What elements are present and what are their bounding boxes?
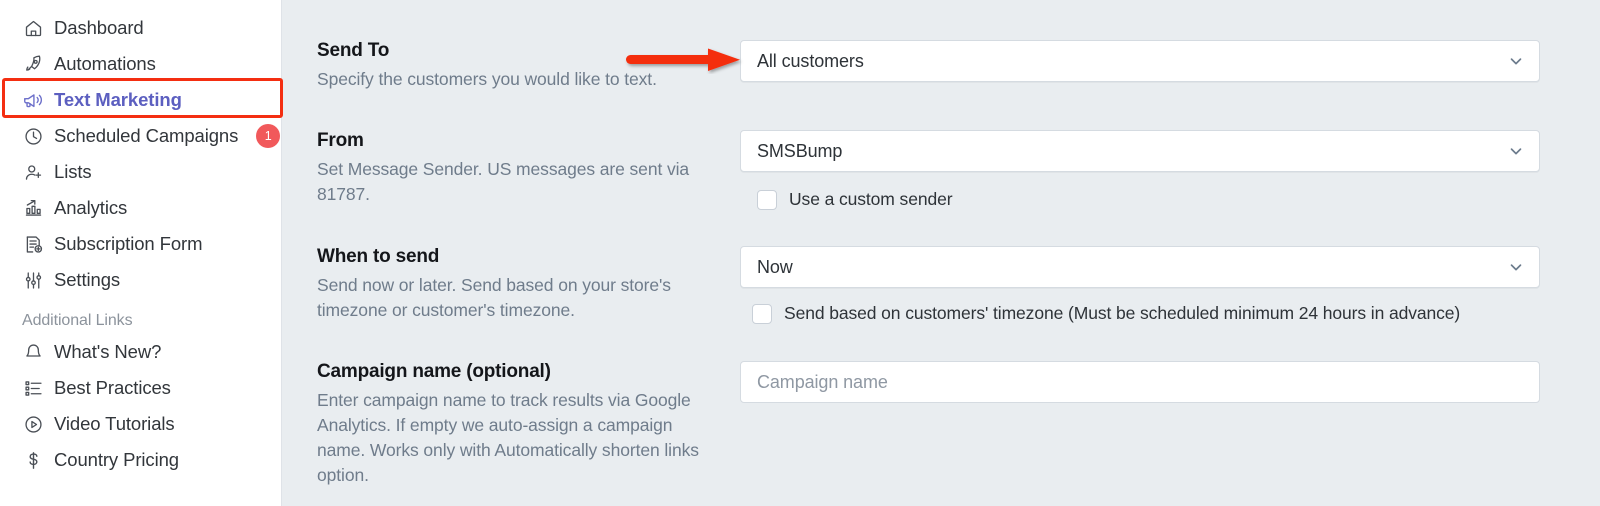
send-to-selected-value: All customers bbox=[757, 50, 864, 71]
when-to-send-selected-value: Now bbox=[757, 256, 793, 277]
sidebar-item-label: Dashboard bbox=[54, 17, 144, 38]
sidebar-item-scheduled-campaigns[interactable]: Scheduled Campaigns 1 bbox=[0, 118, 281, 154]
use-custom-sender-label: Use a custom sender bbox=[789, 189, 953, 209]
campaign-name-label-group: Campaign name (optional) Enter campaign … bbox=[317, 361, 717, 488]
sidebar-item-label: Settings bbox=[54, 269, 121, 290]
sidebar-item-analytics[interactable]: Analytics bbox=[0, 190, 281, 226]
sidebar-item-subscription-form[interactable]: Subscription Form bbox=[0, 226, 281, 262]
sidebar-item-label: Analytics bbox=[54, 197, 128, 218]
when-to-send-title: When to send bbox=[317, 246, 440, 267]
status-badge: 1 bbox=[256, 124, 281, 148]
home-icon bbox=[22, 17, 44, 39]
send-to-title: Send To bbox=[317, 40, 390, 61]
list-icon bbox=[22, 377, 44, 399]
bell-icon bbox=[22, 341, 44, 363]
rocket-icon bbox=[22, 53, 44, 75]
sidebar-item-text-marketing[interactable]: Text Marketing bbox=[0, 82, 281, 118]
sidebar-item-whats-new[interactable]: What's New? bbox=[0, 334, 281, 370]
when-to-send-help: Send now or later. Send based on your st… bbox=[317, 275, 671, 320]
sidebar-item-country-pricing[interactable]: Country Pricing bbox=[0, 442, 281, 478]
send-to-field-group: All customers bbox=[740, 40, 1540, 82]
sidebar-item-label: Text Marketing bbox=[54, 89, 182, 110]
chevron-down-icon bbox=[1507, 142, 1525, 160]
from-label-group: From Set Message Sender. US messages are… bbox=[317, 130, 717, 207]
sidebar-item-dashboard[interactable]: Dashboard bbox=[0, 10, 281, 46]
campaign-name-title: Campaign name (optional) bbox=[317, 361, 551, 382]
send-to-select[interactable]: All customers bbox=[740, 40, 1540, 82]
play-circle-icon bbox=[22, 413, 44, 435]
campaign-name-input[interactable] bbox=[740, 361, 1540, 403]
sidebar-item-label: Automations bbox=[54, 53, 156, 74]
use-custom-sender-checkbox-row[interactable]: Use a custom sender bbox=[757, 189, 1540, 210]
campaign-settings-panel: Send To Specify the customers you would … bbox=[282, 0, 1600, 506]
sidebar: Dashboard Automations Text Marketing Sch… bbox=[0, 0, 283, 506]
sidebar-item-label: Best Practices bbox=[54, 377, 171, 398]
when-to-send-field-group: Now Send based on customers' timezone (M… bbox=[740, 246, 1540, 324]
customer-timezone-checkbox-row[interactable]: Send based on customers' timezone (Must … bbox=[752, 303, 1540, 324]
sidebar-item-video-tutorials[interactable]: Video Tutorials bbox=[0, 406, 281, 442]
use-custom-sender-checkbox[interactable] bbox=[757, 189, 777, 210]
clock-icon bbox=[22, 125, 44, 147]
megaphone-icon bbox=[22, 89, 44, 111]
chevron-down-icon bbox=[1507, 52, 1525, 70]
sidebar-item-automations[interactable]: Automations bbox=[0, 46, 281, 82]
sidebar-item-label: Lists bbox=[54, 161, 92, 182]
campaign-name-field-group bbox=[740, 361, 1540, 403]
sliders-icon bbox=[22, 269, 44, 291]
sidebar-item-label: Scheduled Campaigns bbox=[54, 125, 239, 146]
customer-timezone-checkbox[interactable] bbox=[752, 303, 772, 324]
sidebar-item-lists[interactable]: Lists bbox=[0, 154, 281, 190]
send-to-help: Specify the customers you would like to … bbox=[317, 69, 657, 89]
from-field-group: SMSBump Use a custom sender bbox=[740, 130, 1540, 210]
when-to-send-label-group: When to send Send now or later. Send bas… bbox=[317, 246, 717, 323]
when-to-send-select[interactable]: Now bbox=[740, 246, 1540, 288]
dollar-icon bbox=[22, 449, 44, 471]
from-select[interactable]: SMSBump bbox=[740, 130, 1540, 172]
send-to-label-group: Send To Specify the customers you would … bbox=[317, 40, 717, 92]
form-add-icon bbox=[22, 233, 44, 255]
sidebar-item-label: Country Pricing bbox=[54, 449, 179, 470]
customer-timezone-label: Send based on customers' timezone (Must … bbox=[784, 303, 1461, 323]
chevron-down-icon bbox=[1507, 258, 1525, 276]
sidebar-item-best-practices[interactable]: Best Practices bbox=[0, 370, 281, 406]
sidebar-item-label: What's New? bbox=[54, 341, 162, 362]
additional-links-heading: Additional Links bbox=[22, 312, 133, 329]
sidebar-item-label: Subscription Form bbox=[54, 233, 203, 254]
from-help: Set Message Sender. US messages are sent… bbox=[317, 159, 690, 204]
bar-chart-icon bbox=[22, 197, 44, 219]
sidebar-item-settings[interactable]: Settings bbox=[0, 262, 281, 298]
app-window: Dashboard Automations Text Marketing Sch… bbox=[0, 0, 1600, 506]
from-title: From bbox=[317, 130, 364, 151]
sidebar-item-label: Video Tutorials bbox=[54, 413, 175, 434]
from-selected-value: SMSBump bbox=[757, 140, 843, 161]
campaign-name-help: Enter campaign name to track results via… bbox=[317, 390, 699, 485]
add-person-icon bbox=[22, 161, 44, 183]
